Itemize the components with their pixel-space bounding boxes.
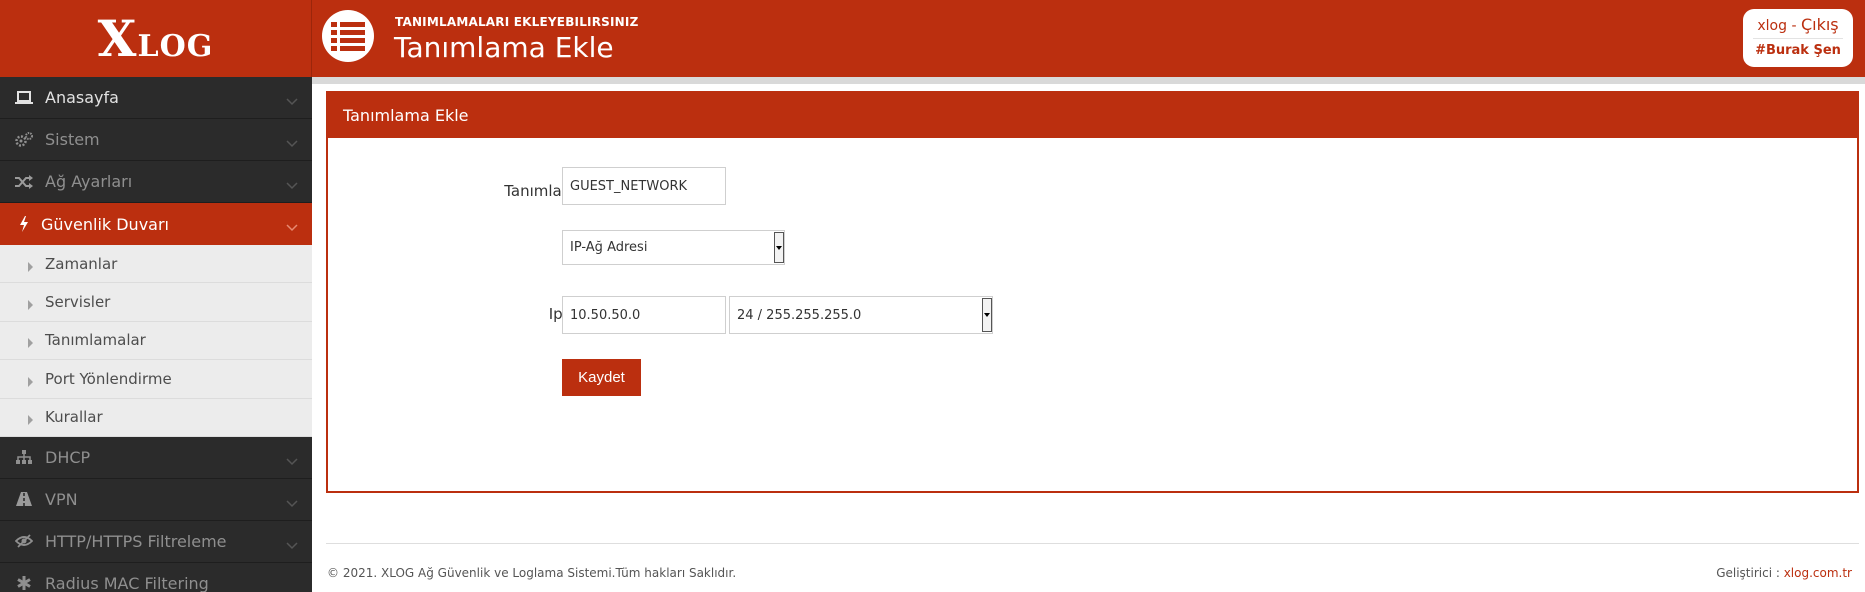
- panel-title: Tanımlama Ekle: [328, 93, 1857, 138]
- logo-area[interactable]: XLOG: [0, 0, 312, 77]
- type-select[interactable]: IP-Ağ Adresi: [562, 230, 785, 265]
- sidebar-item-http-filtreleme[interactable]: HTTP/HTTPS Filtreleme: [0, 521, 312, 563]
- chevron-down-icon: [286, 493, 298, 512]
- sidebar-item-label: Radius MAC Filtering: [45, 573, 209, 592]
- sidebar: Anasayfa Sistem Ağ Ayarları Güvenlik Duv…: [0, 77, 312, 592]
- content-top-divider: [312, 77, 1865, 84]
- caret-right-icon: [28, 376, 33, 387]
- chevron-down-icon: [286, 133, 298, 152]
- sidebar-item-label: Anasayfa: [45, 88, 119, 107]
- submenu-item-label: Servisler: [45, 293, 111, 312]
- sidebar-item-radius-mac[interactable]: Radius MAC Filtering: [0, 563, 312, 592]
- sidebar-item-anasayfa[interactable]: Anasayfa: [0, 77, 312, 119]
- caret-right-icon: [28, 338, 33, 349]
- road-icon: [14, 491, 34, 507]
- submenu-item-servisler[interactable]: Servisler: [0, 283, 312, 322]
- ip-address-input[interactable]: 10.50.50.0: [562, 296, 726, 334]
- save-button[interactable]: Kaydet: [562, 359, 641, 396]
- caret-right-icon: [28, 261, 33, 272]
- user-links: xlog - Çıkış: [1753, 15, 1843, 39]
- caret-right-icon: [28, 415, 33, 426]
- sidebar-item-ag-ayarlari[interactable]: Ağ Ayarları: [0, 161, 312, 203]
- add-definition-panel: Tanımlama Ekle Tanımlama Adı GUEST_NETWO…: [326, 91, 1859, 493]
- chevron-down-icon: [286, 91, 298, 110]
- eye-slash-icon: [14, 533, 34, 549]
- footer-divider: [326, 543, 1859, 544]
- submenu-item-kurallar[interactable]: Kurallar: [0, 399, 312, 437]
- separator: -: [1787, 18, 1801, 34]
- chevron-down-icon: [286, 217, 298, 236]
- chevron-down-icon: [286, 451, 298, 470]
- logo-x: X: [97, 9, 138, 68]
- sidebar-item-vpn[interactable]: VPN: [0, 479, 312, 521]
- chevron-down-icon: [286, 175, 298, 194]
- sidebar-item-sistem[interactable]: Sistem: [0, 119, 312, 161]
- definition-name-input[interactable]: GUEST_NETWORK: [562, 167, 726, 205]
- top-header: XLOG TANIMLAMALARI EKLEYEBILIRSINIZ Tanı…: [0, 0, 1865, 77]
- developer-link[interactable]: xlog.com.tr: [1784, 566, 1852, 580]
- mask-selected-value: 24 / 255.255.255.0: [737, 307, 862, 323]
- page-subtitle: TANIMLAMALARI EKLEYEBILIRSINIZ: [395, 15, 639, 29]
- submenu-item-label: Tanımlamalar: [45, 331, 146, 350]
- submenu-item-label: Zamanlar: [45, 254, 118, 273]
- dropdown-arrow-icon: [982, 298, 992, 332]
- sidebar-item-label: HTTP/HTTPS Filtreleme: [45, 531, 227, 551]
- sidebar-item-label: Ağ Ayarları: [45, 172, 133, 191]
- type-selected-value: IP-Ağ Adresi: [570, 240, 648, 255]
- shuffle-icon: [14, 174, 34, 190]
- sidebar-item-dhcp[interactable]: DHCP: [0, 437, 312, 479]
- firewall-submenu: Zamanlar Servisler Tanımlamalar Port Yön…: [0, 245, 312, 437]
- list-icon: [322, 10, 374, 62]
- asterisk-icon: [14, 575, 34, 591]
- developer-label: Geliştirici :: [1716, 566, 1784, 580]
- user-name[interactable]: #Burak Şen: [1753, 39, 1843, 58]
- sidebar-item-label: Sistem: [45, 130, 100, 149]
- logo-text: LOG: [137, 29, 214, 64]
- submenu-item-label: Kurallar: [45, 408, 103, 427]
- sidebar-item-label: DHCP: [45, 447, 91, 467]
- caret-right-icon: [28, 300, 33, 311]
- user-box: xlog - Çıkış #Burak Şen: [1743, 9, 1853, 67]
- brand-link[interactable]: xlog: [1757, 18, 1787, 34]
- bolt-icon: [14, 216, 34, 232]
- sitemap-icon: [14, 449, 34, 465]
- sidebar-item-guvenlik-duvari[interactable]: Güvenlik Duvarı: [0, 203, 312, 245]
- page-title: Tanımlama Ekle: [394, 31, 614, 64]
- footer-copyright: © 2021. XLOG Ağ Güvenlik ve Loglama Sist…: [327, 566, 737, 580]
- submenu-item-port-yonlendirme[interactable]: Port Yönlendirme: [0, 360, 312, 399]
- subnet-mask-select[interactable]: 24 / 255.255.255.0: [729, 296, 993, 334]
- submenu-item-zamanlar[interactable]: Zamanlar: [0, 245, 312, 284]
- submenu-item-label: Port Yönlendirme: [45, 369, 172, 388]
- dropdown-arrow-icon: [774, 232, 784, 263]
- xlog-logo: XLOG: [98, 9, 214, 68]
- logout-link[interactable]: Çıkış: [1801, 15, 1839, 34]
- chevron-down-icon: [286, 535, 298, 554]
- footer-developer: Geliştirici : xlog.com.tr: [1716, 566, 1852, 580]
- sidebar-item-label: VPN: [45, 489, 78, 509]
- main-content: Tanımlama Ekle Tanımlama Adı GUEST_NETWO…: [312, 77, 1865, 592]
- sidebar-item-label: Güvenlik Duvarı: [41, 214, 169, 234]
- gears-icon: [14, 131, 34, 148]
- laptop-icon: [14, 90, 34, 106]
- submenu-item-tanimlamalar[interactable]: Tanımlamalar: [0, 322, 312, 361]
